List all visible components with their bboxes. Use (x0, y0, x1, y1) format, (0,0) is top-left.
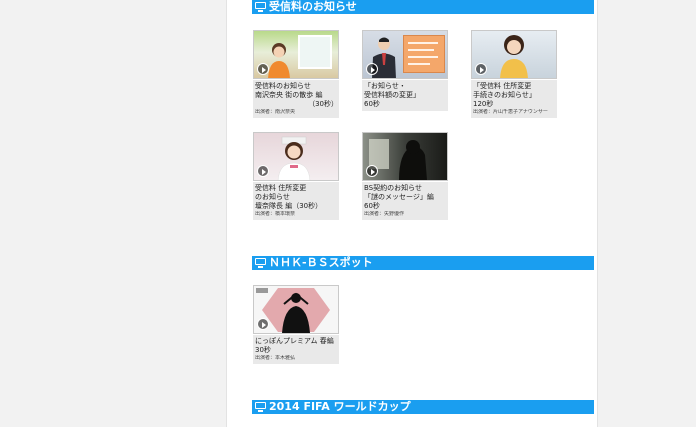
caption-credit: 出演者：南沢奈央 (255, 109, 296, 115)
video-caption: 「受信料 住所変更 手続きのお知らせ」 120秒 出演者：片山千恵子アナウンサー (471, 80, 557, 118)
video-caption: 受信料のお知らせ 南沢奈央 街の散歩 編 （30秒） 出演者：南沢奈央 (253, 80, 339, 118)
section-header-jushinryo: 受信料のお知らせ (252, 0, 594, 14)
video-thumbnail[interactable] (362, 30, 448, 79)
caption-line: にっぽんプレミアム 春編 (255, 337, 334, 345)
monitor-icon (255, 257, 266, 269)
caption-line: 「謎のメッセージ」編 (364, 193, 434, 201)
play-icon[interactable] (257, 63, 269, 75)
play-icon[interactable] (257, 165, 269, 177)
monitor-icon (255, 1, 266, 13)
caption-line: 「受信料 住所変更 (473, 82, 532, 90)
caption-line: 受信料 住所変更 (255, 184, 307, 192)
section-title: 受信料のお知らせ (269, 0, 357, 13)
caption-line: 120秒 (473, 100, 494, 108)
section-title: 2014 FIFA ワールドカップ (269, 400, 411, 413)
caption-line: 「お知らせ・ (364, 82, 406, 90)
caption-line: 60秒 (364, 100, 380, 108)
video-thumbnail[interactable] (362, 132, 448, 181)
caption-line: 30秒 (255, 346, 271, 354)
play-icon[interactable] (366, 63, 378, 75)
video-card[interactable]: 受信料 住所変更 のお知らせ 壇奈隊長 編（30秒） 出演者：橋本環奈 (253, 132, 339, 220)
video-card[interactable]: 受信料のお知らせ 南沢奈央 街の散歩 編 （30秒） 出演者：南沢奈央 (253, 30, 339, 118)
caption-line: 南沢奈央 街の散歩 編 (255, 91, 323, 99)
section-title: ＮＨＫ-ＢＳスポット (269, 256, 373, 269)
video-card[interactable]: 「受信料 住所変更 手続きのお知らせ」 120秒 出演者：片山千恵子アナウンサー (471, 30, 557, 118)
video-card[interactable]: 「お知らせ・ 受信料額の変更」 60秒 (362, 30, 448, 111)
video-thumbnail[interactable] (253, 30, 339, 79)
monitor-icon (255, 401, 266, 413)
caption-line: 受信料額の変更」 (364, 91, 420, 99)
video-caption: BS契約のお知らせ 「謎のメッセージ」編 60秒 出演者：矢野優作 (362, 182, 448, 220)
caption-line: BS契約のお知らせ (364, 184, 422, 192)
section-header-fifa: 2014 FIFA ワールドカップ (252, 400, 594, 414)
caption-duration: （30秒） (308, 100, 338, 108)
caption-credit: 出演者：矢野優作 (364, 211, 405, 217)
video-thumbnail[interactable] (253, 285, 339, 334)
play-icon[interactable] (475, 63, 487, 75)
play-icon[interactable] (257, 318, 269, 330)
caption-credit: 出演者：本木雅弘 (255, 355, 296, 361)
caption-line: 受信料のお知らせ (255, 82, 311, 90)
section-header-bs-spot: ＮＨＫ-ＢＳスポット (252, 256, 594, 270)
video-caption: 受信料 住所変更 のお知らせ 壇奈隊長 編（30秒） 出演者：橋本環奈 (253, 182, 339, 220)
caption-line: 60秒 (364, 202, 380, 210)
caption-line: のお知らせ (255, 193, 290, 201)
caption-line: 手続きのお知らせ」 (473, 91, 536, 99)
caption-credit: 出演者：片山千恵子アナウンサー (473, 109, 548, 115)
video-caption: にっぽんプレミアム 春編 30秒 出演者：本木雅弘 (253, 335, 339, 364)
video-card[interactable]: BS契約のお知らせ 「謎のメッセージ」編 60秒 出演者：矢野優作 (362, 132, 448, 220)
play-icon[interactable] (366, 165, 378, 177)
video-thumbnail[interactable] (471, 30, 557, 79)
video-caption: 「お知らせ・ 受信料額の変更」 60秒 (362, 80, 448, 111)
video-thumbnail[interactable] (253, 132, 339, 181)
video-card[interactable]: にっぽんプレミアム 春編 30秒 出演者：本木雅弘 (253, 285, 339, 364)
caption-line: 壇奈隊長 編（30秒） (255, 202, 323, 210)
caption-credit: 出演者：橋本環奈 (255, 211, 296, 217)
